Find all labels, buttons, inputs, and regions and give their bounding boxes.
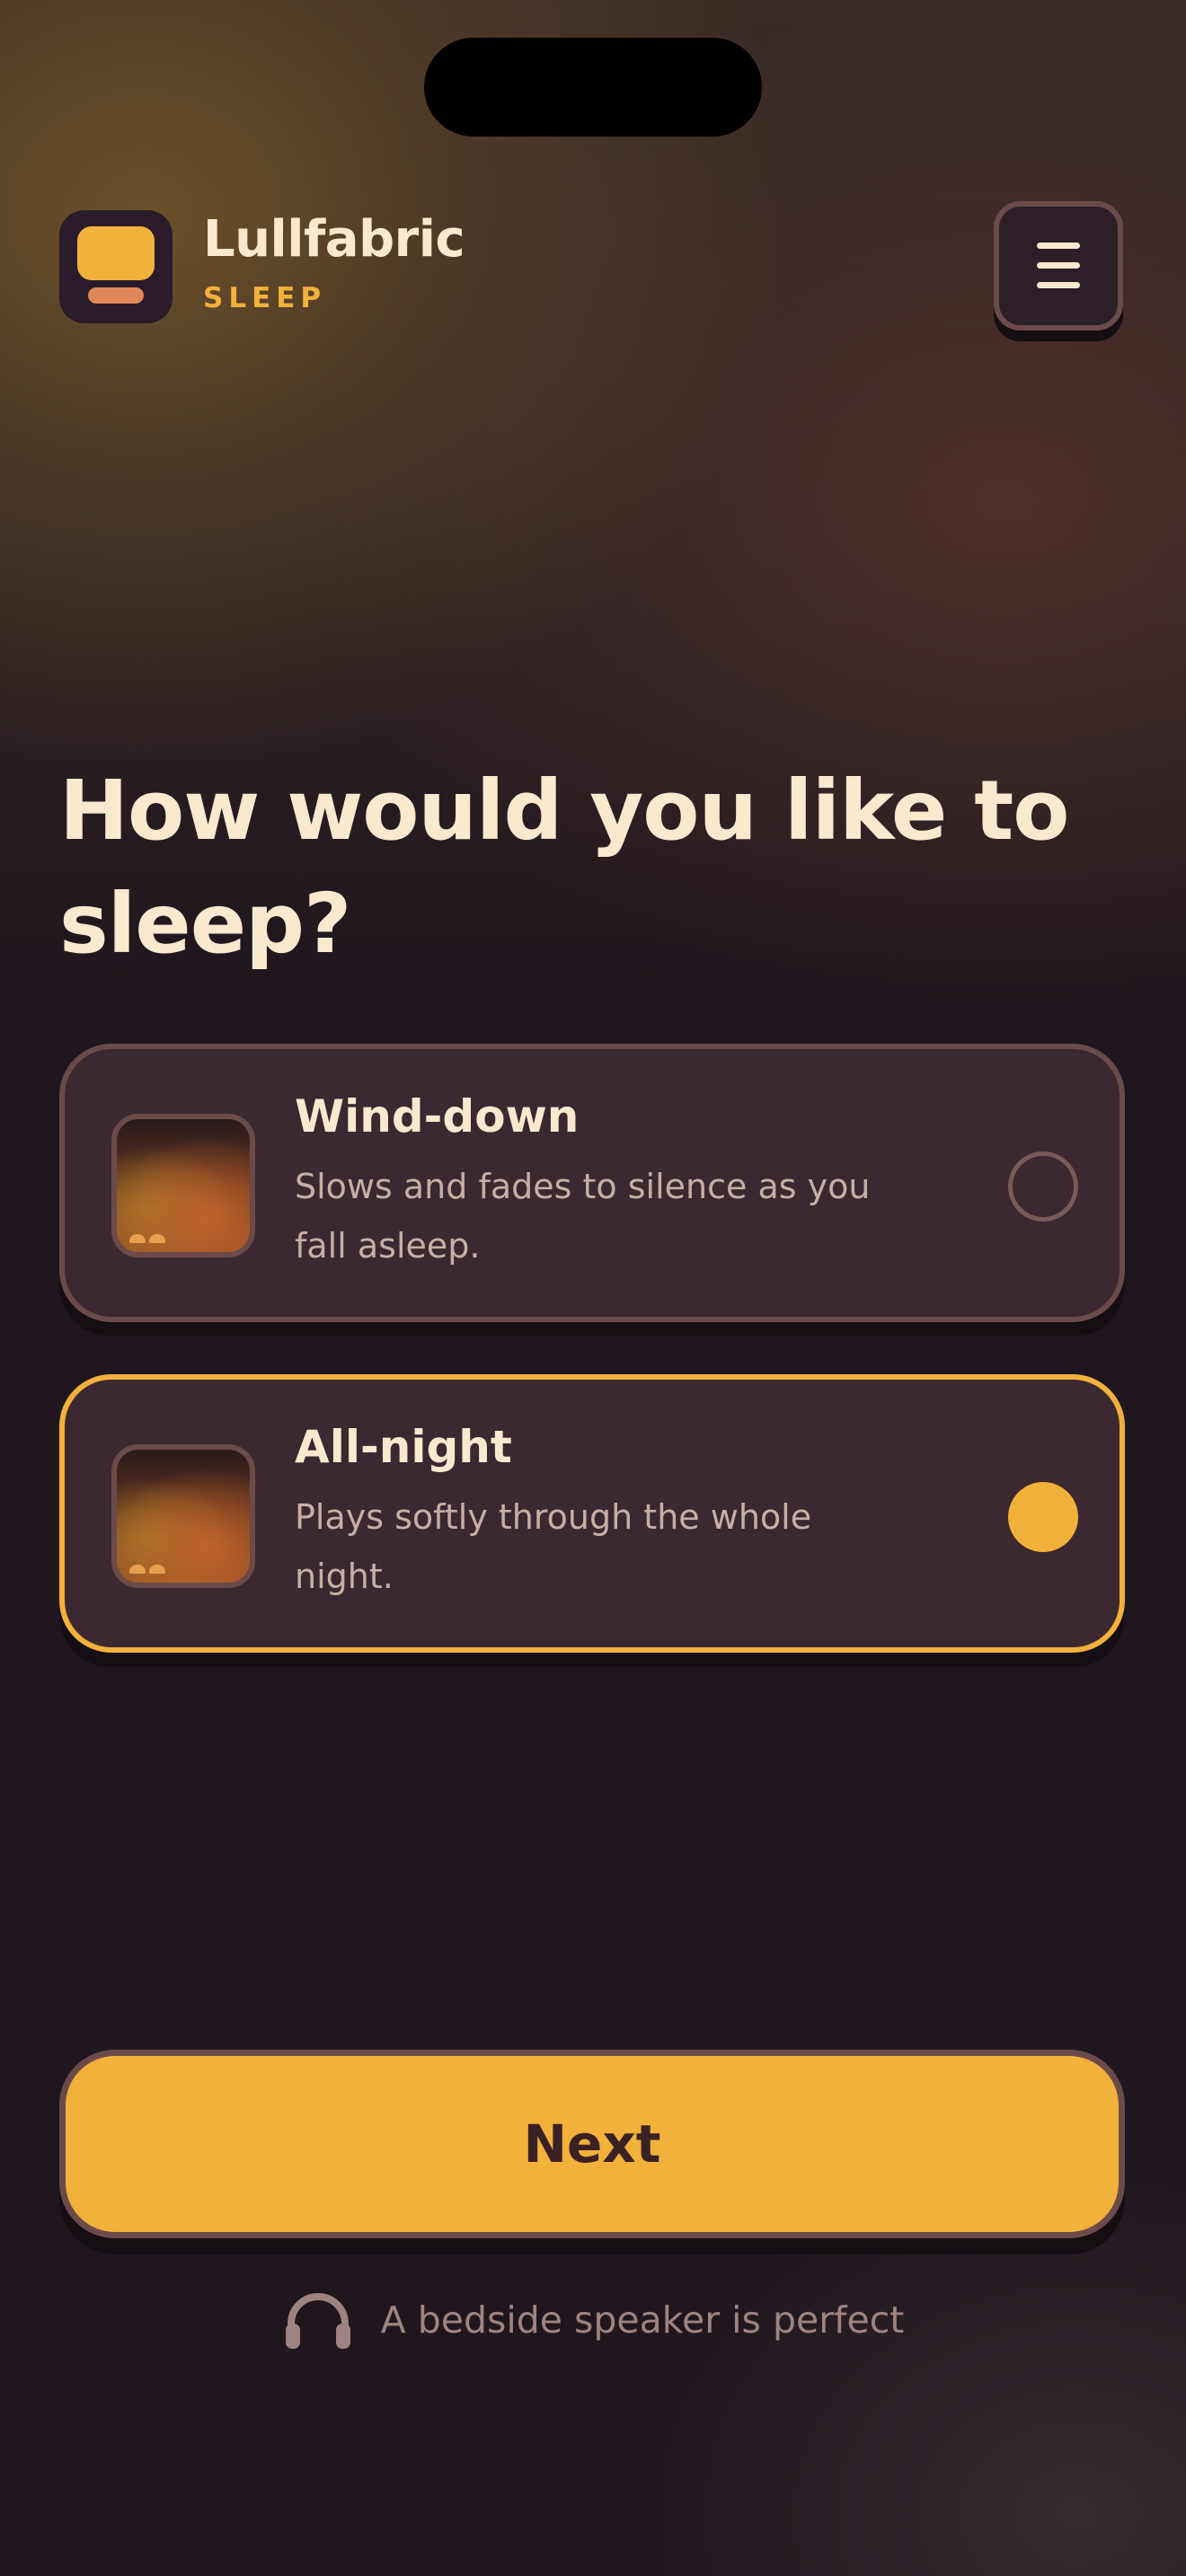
hint: A bedside speaker is perfect	[0, 2289, 1186, 2351]
brand-tagline: SLEEP	[203, 282, 327, 314]
brand-name: Lullfabric	[203, 210, 465, 269]
option-description: Plays softly through the whole night.	[295, 1497, 812, 1596]
hint-text: A bedside speaker is perfect	[380, 2298, 905, 2342]
radio-unselected[interactable]	[1008, 1151, 1078, 1222]
app-logo-icon	[59, 210, 173, 323]
option-title: Wind-down	[295, 1090, 580, 1142]
option-wind-down[interactable]: Wind-down Slows and fades to silence as …	[59, 1044, 1125, 1322]
option-thumbnail	[111, 1114, 255, 1257]
option-title: All-night	[295, 1421, 512, 1473]
menu-icon-bar	[1037, 282, 1080, 288]
headphones-icon	[285, 2293, 350, 2349]
radio-selected[interactable]	[1008, 1482, 1078, 1552]
option-description: Slows and fades to silence as you fall a…	[295, 1167, 871, 1266]
option-all-night[interactable]: All-night Plays softly through the whole…	[59, 1374, 1125, 1653]
next-button[interactable]: Next	[59, 2050, 1125, 2238]
menu-button[interactable]	[994, 201, 1123, 331]
option-thumbnail	[111, 1444, 255, 1588]
menu-icon-bar	[1037, 262, 1080, 269]
menu-icon	[1037, 243, 1080, 249]
page-title: How would you like to sleep?	[59, 763, 1069, 972]
dynamic-island	[424, 38, 762, 137]
